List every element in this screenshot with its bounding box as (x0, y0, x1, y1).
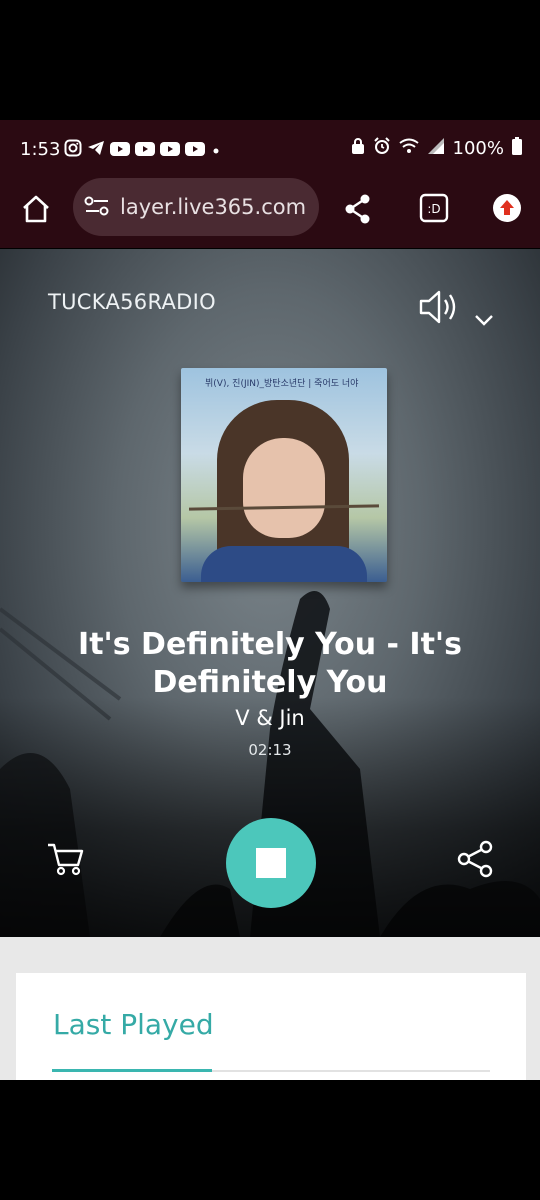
youtube-icon (135, 141, 155, 160)
tabs-icon: :D (419, 193, 449, 223)
home-button[interactable] (21, 194, 51, 228)
elapsed-time: 02:13 (248, 741, 292, 759)
more-notifications-dot-icon (210, 141, 222, 160)
buy-button[interactable] (47, 842, 85, 880)
wifi-icon (398, 138, 419, 159)
share-icon (457, 840, 493, 878)
collapse-player-button[interactable] (474, 312, 494, 331)
telegram-icon (87, 139, 105, 161)
share-song-button[interactable] (456, 840, 496, 882)
notification-icons (64, 139, 222, 161)
signal-icon (427, 137, 445, 160)
home-icon (23, 195, 49, 223)
status-bar: 1:53 100% (0, 120, 540, 180)
youtube-icon (160, 141, 180, 160)
upload-arrow-icon (493, 194, 521, 222)
battery-percent: 100% (452, 138, 504, 159)
station-name: TUCKA56RADIO (48, 290, 216, 314)
instagram-icon (64, 139, 82, 161)
tab-switcher-button[interactable]: :D (419, 193, 449, 227)
share-icon (345, 194, 370, 224)
battery-icon (512, 137, 522, 160)
share-button[interactable] (343, 193, 373, 229)
album-cover: 뷔(V), 진(JIN)_방탄소년단 | 죽어도 너야 (181, 368, 387, 582)
cart-icon (48, 843, 84, 876)
stop-button[interactable] (226, 818, 316, 908)
tab-last-played[interactable]: Last Played (53, 1008, 214, 1041)
artist-name: V & Jin (235, 706, 305, 730)
url-text: layer.live365.com (120, 195, 307, 219)
bottom-black-area (0, 1080, 540, 1200)
song-title: It's Definitely You - It's Definitely Yo… (78, 627, 462, 700)
lock-icon (351, 137, 365, 160)
svg-text::D: :D (427, 202, 440, 216)
alarm-icon (373, 137, 391, 160)
status-time: 1:53 (20, 139, 61, 160)
update-browser-button[interactable] (491, 192, 523, 228)
stop-icon (256, 848, 286, 878)
youtube-icon (110, 141, 130, 160)
album-cover-text: 뷔(V), 진(JIN)_방탄소년단 | 죽어도 너야 (205, 379, 359, 389)
speaker-icon (419, 290, 456, 324)
top-black-area (0, 0, 540, 120)
site-settings-icon[interactable] (84, 195, 110, 221)
system-icons: 100% (351, 137, 522, 160)
active-tab-indicator (52, 1069, 212, 1072)
youtube-icon (185, 141, 205, 160)
chevron-down-icon (475, 315, 493, 326)
volume-button[interactable] (418, 288, 460, 330)
